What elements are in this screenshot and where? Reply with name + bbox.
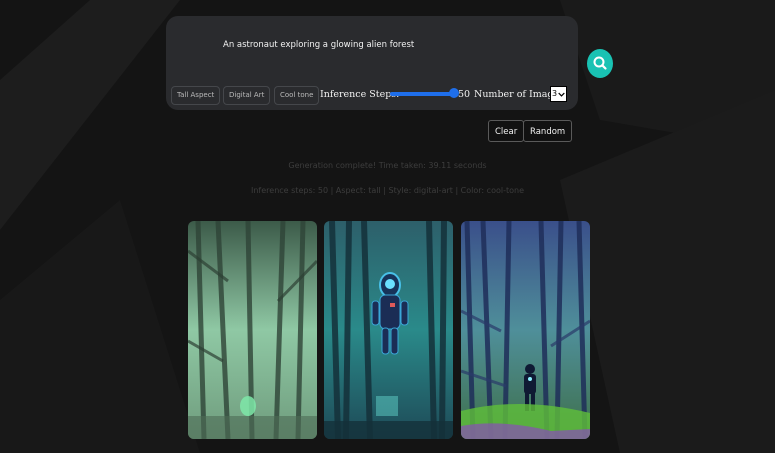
chevron-down-icon bbox=[558, 92, 565, 97]
inference-steps-slider-track[interactable] bbox=[390, 92, 454, 96]
clear-button[interactable]: Clear bbox=[488, 120, 525, 142]
prompt-panel: An astronaut exploring a glowing alien f… bbox=[166, 16, 578, 110]
random-button[interactable]: Random bbox=[523, 120, 573, 142]
forest-image-1 bbox=[188, 221, 317, 439]
generated-image-1[interactable] bbox=[188, 221, 317, 439]
chip-digital-art[interactable]: Digital Art bbox=[223, 86, 271, 105]
forest-image-3 bbox=[461, 221, 590, 439]
chip-tall-aspect[interactable]: Tall Aspect bbox=[171, 86, 221, 105]
inference-steps-label: Inference Steps: bbox=[320, 89, 400, 100]
inference-steps-value: 50 bbox=[458, 89, 471, 100]
prompt-input[interactable]: An astronaut exploring a glowing alien f… bbox=[223, 40, 414, 50]
generated-image-2[interactable] bbox=[324, 221, 453, 439]
generated-image-3[interactable] bbox=[461, 221, 590, 439]
generation-status: Generation complete! Time taken: 39.11 s… bbox=[288, 161, 487, 170]
generation-settings-summary: Inference steps: 50 | Aspect: tall | Sty… bbox=[251, 186, 524, 195]
number-of-images-value: 3 bbox=[552, 89, 558, 98]
search-icon bbox=[593, 56, 607, 70]
chip-cool-tone[interactable]: Cool tone bbox=[274, 86, 320, 105]
number-of-images-select[interactable]: 3 bbox=[550, 86, 567, 102]
search-button[interactable] bbox=[587, 49, 613, 78]
forest-image-2 bbox=[324, 221, 453, 439]
